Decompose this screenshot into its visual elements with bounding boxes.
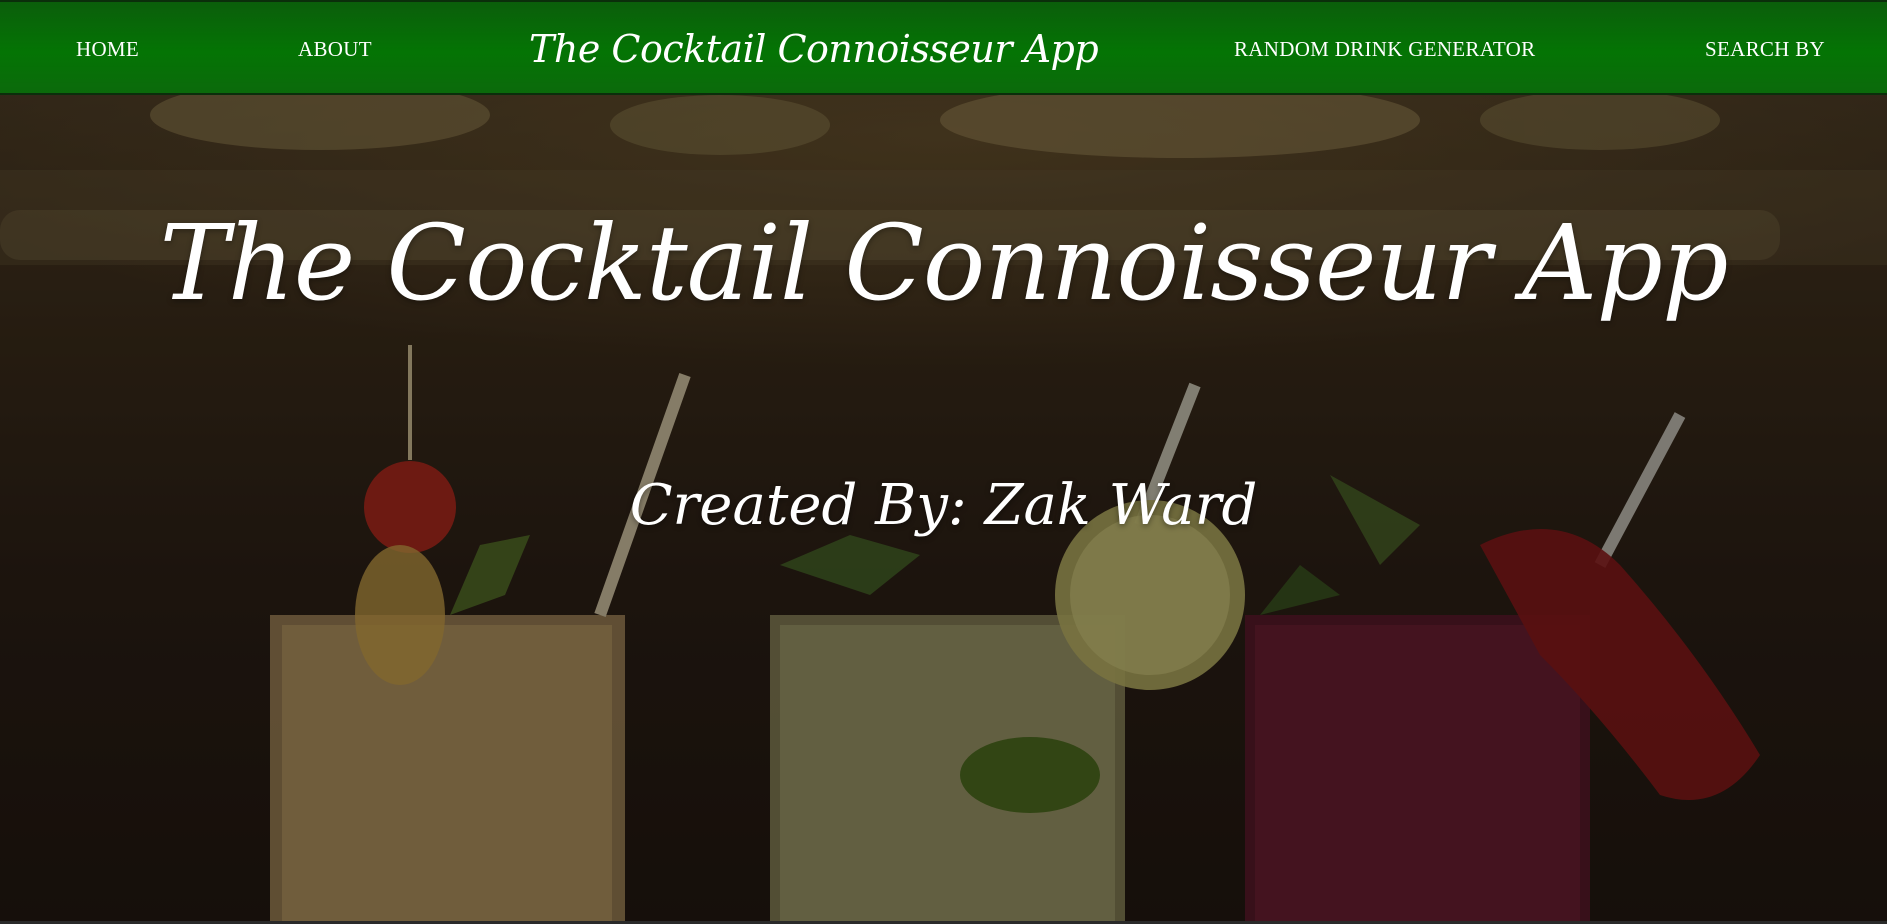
- top-navbar: HOME ABOUT The Cocktail Connoisseur App …: [0, 0, 1887, 95]
- nav-home-link[interactable]: HOME: [76, 2, 139, 97]
- hero-section: The Cocktail Connoisseur App Created By:…: [0, 95, 1887, 922]
- nav-brand-title: The Cocktail Connoisseur App: [529, 27, 1099, 71]
- hero-subtitle: Created By: Zak Ward: [629, 473, 1258, 538]
- nav-about-link[interactable]: ABOUT: [298, 2, 372, 97]
- hero-title: The Cocktail Connoisseur App: [159, 202, 1728, 324]
- nav-random-drink-link[interactable]: RANDOM DRINK GENERATOR: [1234, 2, 1535, 97]
- nav-search-by-link[interactable]: SEARCH BY: [1705, 2, 1825, 97]
